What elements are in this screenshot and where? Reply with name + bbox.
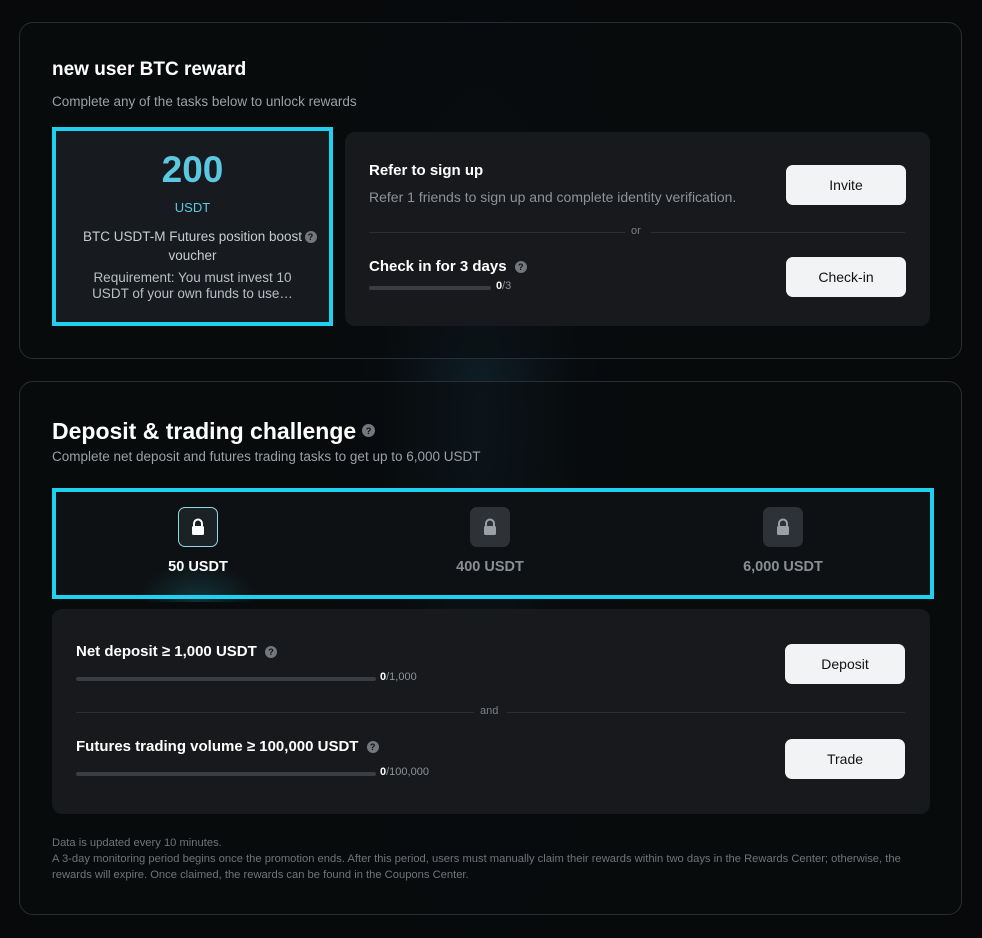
new-user-reward-card: new user BTC reward Complete any of the … bbox=[19, 22, 962, 359]
question-circle-icon[interactable]: ? bbox=[514, 261, 527, 274]
question-circle-icon[interactable]: ? bbox=[362, 424, 376, 438]
divider-left bbox=[76, 712, 474, 713]
tier-400-usdt[interactable]: 400 USDT bbox=[410, 507, 570, 575]
deposit-progress-bar bbox=[76, 677, 376, 681]
task-title-trading: Futures trading volume ≥ 100,000 USDT ? bbox=[76, 738, 379, 755]
trading-progress-bar bbox=[76, 772, 376, 776]
check-in-button[interactable]: Check-in bbox=[786, 257, 906, 297]
reward-subtitle: Complete any of the tasks below to unloc… bbox=[52, 94, 357, 109]
checkin-progress-bar bbox=[369, 286, 491, 290]
tier-label: 50 USDT bbox=[168, 559, 228, 575]
task-title-trading-text: Futures trading volume ≥ 100,000 USDT bbox=[76, 738, 359, 755]
task-desc-refer: Refer 1 friends to sign up and complete … bbox=[369, 189, 737, 205]
tier-50-usdt[interactable]: 50 USDT bbox=[118, 507, 278, 602]
challenge-title: Deposit & trading challenge? bbox=[52, 418, 376, 445]
voucher-card[interactable]: 200 USDT BTC USDT-M Futures position boo… bbox=[52, 127, 333, 326]
tier-label: 400 USDT bbox=[456, 559, 524, 575]
voucher-name-wrap: BTC USDT-M Futures position boost vouche… bbox=[82, 227, 317, 265]
reward-task-panel: Refer to sign up Refer 1 friends to sign… bbox=[345, 132, 930, 326]
tier-label: 6,000 USDT bbox=[743, 559, 823, 575]
task-title-deposit: Net deposit ≥ 1,000 USDT ? bbox=[76, 643, 277, 660]
question-circle-icon[interactable]: ? bbox=[366, 741, 379, 754]
deposit-button[interactable]: Deposit bbox=[785, 644, 905, 684]
footer-line-1: Data is updated every 10 minutes. bbox=[52, 837, 222, 849]
tier-6000-usdt[interactable]: 6,000 USDT bbox=[703, 507, 863, 575]
invite-button[interactable]: Invite bbox=[786, 165, 906, 205]
divider-right bbox=[507, 712, 905, 713]
task-title-deposit-text: Net deposit ≥ 1,000 USDT bbox=[76, 643, 257, 660]
checkin-progress-label: 0/3 bbox=[496, 280, 511, 292]
trading-progress-total: /100,000 bbox=[386, 766, 429, 778]
voucher-unit: USDT bbox=[174, 200, 211, 215]
checkin-progress-total: /3 bbox=[502, 280, 512, 292]
challenge-task-panel: Net deposit ≥ 1,000 USDT ? 0/1,000 Depos… bbox=[52, 609, 930, 814]
deposit-progress-total: /1,000 bbox=[386, 671, 417, 683]
reward-title: new user BTC reward bbox=[52, 59, 247, 80]
challenge-subtitle: Complete net deposit and futures trading… bbox=[52, 449, 481, 464]
trade-button[interactable]: Trade bbox=[785, 739, 905, 779]
voucher-name: BTC USDT-M Futures position boost vouche… bbox=[82, 229, 303, 263]
lock-icon bbox=[763, 507, 803, 547]
lock-icon bbox=[178, 507, 218, 547]
footer-line-2: A 3-day monitoring period begins once th… bbox=[52, 853, 901, 881]
separator-or: or bbox=[625, 225, 647, 237]
lock-icon bbox=[470, 507, 510, 547]
tier-selector: 50 USDT 400 USDT 6,000 USDT bbox=[52, 488, 934, 602]
challenge-title-text: Deposit & trading challenge bbox=[52, 418, 357, 444]
voucher-requirement: Requirement: You must invest 10 USDT of … bbox=[92, 270, 293, 301]
divider-right bbox=[651, 232, 905, 233]
task-title-checkin-text: Check in for 3 days bbox=[369, 258, 507, 275]
voucher-amount: 200 bbox=[161, 149, 224, 190]
question-circle-icon[interactable]: ? bbox=[304, 231, 317, 243]
deposit-trading-challenge-card: Deposit & trading challenge? Complete ne… bbox=[19, 381, 962, 915]
separator-and: and bbox=[474, 705, 505, 717]
task-title-checkin: Check in for 3 days ? bbox=[369, 258, 527, 275]
divider-left bbox=[369, 232, 625, 233]
trading-progress-label: 0/100,000 bbox=[380, 766, 429, 778]
question-circle-icon[interactable]: ? bbox=[264, 646, 277, 659]
footer-notes: Data is updated every 10 minutes. A 3-da… bbox=[52, 835, 932, 883]
task-title-refer: Refer to sign up bbox=[369, 162, 484, 179]
deposit-progress-label: 0/1,000 bbox=[380, 671, 417, 683]
